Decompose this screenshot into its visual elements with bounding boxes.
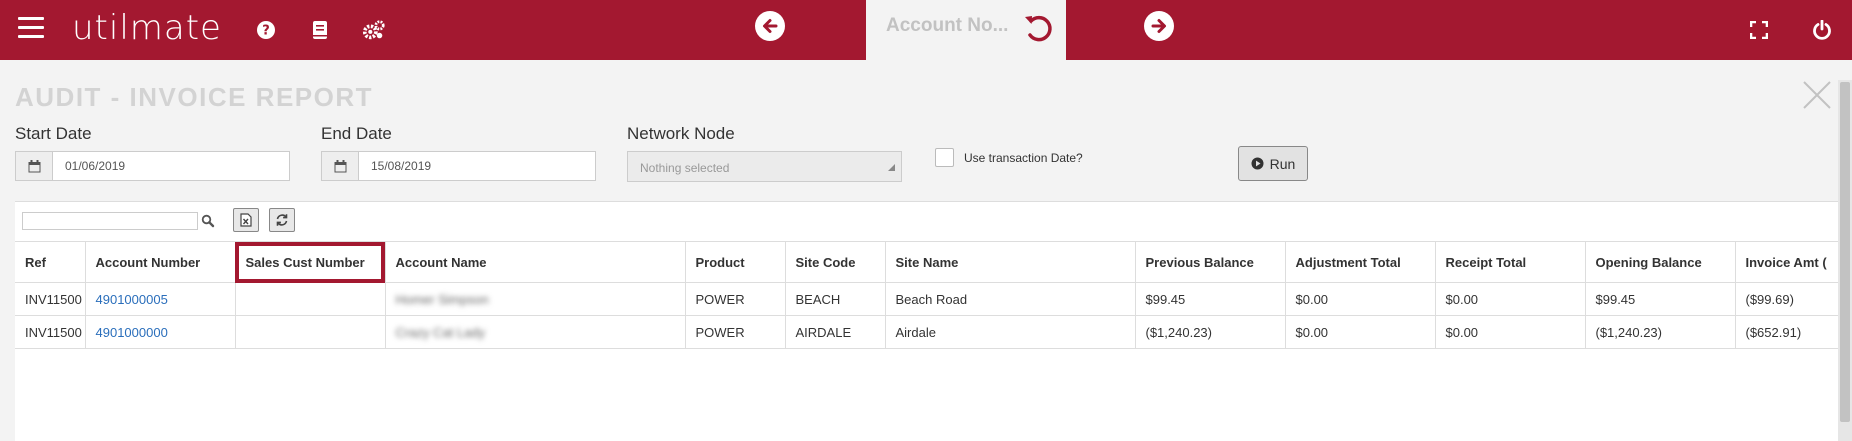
cell-account-number-link[interactable]: 4901000000 [84, 315, 235, 349]
calendar-icon[interactable] [322, 152, 359, 180]
scrollbar-thumb[interactable] [1840, 82, 1850, 422]
cell-product: POWER [684, 315, 785, 349]
cell-ref: INV11500 [15, 315, 85, 349]
cell-opening-balance: $99.45 [1584, 282, 1735, 316]
start-date-label: Start Date [15, 124, 92, 143]
column-header-product[interactable]: Product [684, 241, 785, 283]
cell-receipt-total: $0.00 [1434, 282, 1585, 316]
cell-invoice-amt: ($652.91) [1734, 315, 1838, 349]
cell-adjustment-total: $0.00 [1284, 282, 1435, 316]
close-icon[interactable] [1802, 80, 1832, 110]
refresh-button[interactable] [269, 208, 295, 232]
cell-product: POWER [684, 282, 785, 316]
column-header-sales-cust-number[interactable]: Sales Cust Number [234, 241, 385, 283]
report-panel: AUDIT - INVOICE REPORT Start Date End Da… [0, 60, 1852, 441]
use-transaction-date-label: Use transaction Date? [964, 151, 1083, 165]
cell-adjustment-total: $0.00 [1284, 315, 1435, 349]
column-header-opening-balance[interactable]: Opening Balance [1584, 241, 1735, 283]
menu-icon[interactable] [18, 17, 44, 39]
column-header-previous-balance[interactable]: Previous Balance [1134, 241, 1285, 283]
power-icon[interactable] [1810, 18, 1834, 42]
settings-icon[interactable] [362, 18, 386, 42]
cell-invoice-amt: ($99.69) [1734, 282, 1838, 316]
invoice-report-table: Ref Account Number Sales Cust Number Acc… [15, 241, 1838, 349]
column-header-ref[interactable]: Ref [15, 241, 85, 283]
cell-receipt-total: $0.00 [1434, 315, 1585, 349]
table-header-row: Ref Account Number Sales Cust Number Acc… [15, 241, 1838, 283]
undo-icon[interactable] [1022, 12, 1056, 46]
cell-account-number-link[interactable]: 4901000005 [84, 282, 235, 316]
use-transaction-date-checkbox[interactable] [935, 148, 954, 167]
account-name-text: Homer Simpson [395, 291, 489, 307]
column-header-invoice-amt[interactable]: Invoice Amt ( [1734, 241, 1838, 283]
cell-site-code: AIRDALE [784, 315, 885, 349]
page-title: AUDIT - INVOICE REPORT [15, 82, 374, 112]
fullscreen-icon[interactable] [1747, 18, 1771, 42]
cell-site-code: BEACH [784, 282, 885, 316]
column-header-receipt-total[interactable]: Receipt Total [1434, 241, 1585, 283]
column-header-site-name[interactable]: Site Name [884, 241, 1135, 283]
arrow-left-icon[interactable] [755, 11, 785, 41]
cell-previous-balance: $99.45 [1134, 282, 1285, 316]
calendar-icon[interactable] [16, 152, 53, 180]
cell-site-name: Airdale [884, 315, 1135, 349]
cell-sales-cust-number [234, 282, 385, 316]
run-button-label: Run [1269, 155, 1296, 172]
help-icon[interactable]: ? [254, 18, 278, 42]
network-node-select[interactable]: Nothing selected [627, 151, 902, 182]
table-row: INV11500 4901000005 Homer Simpson POWER … [15, 282, 1838, 316]
column-header-account-name[interactable]: Account Name [384, 241, 685, 283]
book-icon[interactable] [308, 18, 332, 42]
column-header-site-code[interactable]: Site Code [784, 241, 885, 283]
export-excel-button[interactable] [233, 208, 259, 232]
search-icon[interactable] [201, 214, 215, 228]
column-header-account-number[interactable]: Account Number [84, 241, 235, 283]
report-table-area: Ref Account Number Sales Cust Number Acc… [15, 201, 1838, 441]
end-date-label: End Date [321, 124, 392, 143]
top-bar: utilmate ? Account No... [0, 0, 1852, 60]
run-button[interactable]: Run [1238, 146, 1308, 181]
cell-account-name: Crazy Cat Lady [384, 315, 685, 349]
excel-file-icon [240, 213, 252, 227]
cell-account-name: Homer Simpson [384, 282, 685, 316]
arrow-right-icon[interactable] [1144, 11, 1174, 41]
cell-previous-balance: ($1,240.23) [1134, 315, 1285, 349]
table-row: INV11500 4901000000 Crazy Cat Lady POWER… [15, 315, 1838, 349]
table-search-input[interactable] [22, 212, 198, 230]
refresh-icon [276, 214, 288, 226]
caret-icon [888, 164, 895, 171]
account-name-text: Crazy Cat Lady [395, 324, 486, 340]
account-tab[interactable]: Account No... [866, 0, 1066, 60]
start-date-field [15, 151, 290, 181]
cell-site-name: Beach Road [884, 282, 1135, 316]
network-node-label: Network Node [627, 124, 735, 143]
start-date-input[interactable] [53, 152, 289, 180]
cell-opening-balance: ($1,240.23) [1584, 315, 1735, 349]
logo: utilmate [72, 8, 222, 48]
column-header-adjustment-total[interactable]: Adjustment Total [1284, 241, 1435, 283]
play-icon [1251, 157, 1264, 170]
svg-text:?: ? [262, 24, 270, 39]
end-date-field [321, 151, 596, 181]
end-date-input[interactable] [359, 152, 595, 180]
account-tab-label: Account No... [886, 15, 1009, 36]
network-node-value: Nothing selected [640, 161, 730, 175]
cell-sales-cust-number [234, 315, 385, 349]
cell-ref: INV11500 [15, 282, 85, 316]
